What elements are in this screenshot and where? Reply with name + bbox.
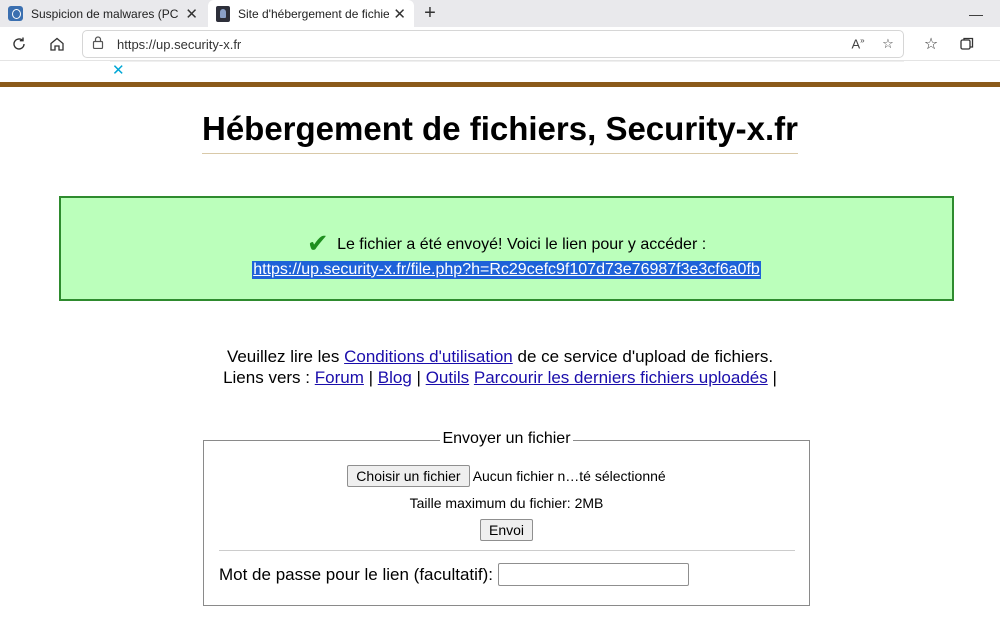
address-bar[interactable]: https://up.security-x.fr A» ☆ (82, 30, 904, 58)
collections-icon[interactable] (954, 32, 980, 56)
shield-favicon-icon (8, 6, 23, 21)
choose-file-button[interactable]: Choisir un fichier (347, 465, 470, 487)
tab-file-hosting[interactable]: Site d'hébergement de fichiers, S ✕ (208, 0, 414, 27)
tab-title: Suspicion de malwares (PC très l (31, 6, 181, 21)
password-label: Mot de passe pour le lien (facultatif): (219, 564, 494, 584)
ad-banner: ✕ (0, 61, 1000, 82)
upload-form: Envoyer un fichier Choisir un fichier Au… (203, 430, 810, 606)
no-file-label: Aucun fichier n…té sélectionné (472, 468, 666, 484)
link-separator: | (368, 368, 374, 387)
file-picker-row: Choisir un fichier Aucun fichier n…té sé… (204, 465, 809, 487)
tools-link[interactable]: Outils (426, 368, 469, 387)
links-line: Liens vers : Forum | Blog | Outils Parco… (0, 367, 1000, 388)
close-icon[interactable]: ✕ (185, 5, 198, 23)
star-plus-icon[interactable]: ☆ (873, 36, 903, 52)
upload-legend: Envoyer un fichier (440, 430, 573, 447)
uploaded-file-link[interactable]: https://up.security-x.fr/file.php?h=Rc29… (252, 261, 761, 279)
blog-link[interactable]: Blog (378, 368, 412, 387)
favorites-icon[interactable]: ☆ (918, 32, 944, 56)
ad-frame (110, 61, 904, 80)
home-icon[interactable] (44, 32, 70, 56)
terms-link[interactable]: Conditions d'utilisation (344, 347, 513, 366)
header-divider (0, 82, 1000, 87)
browser-toolbar: https://up.security-x.fr A» ☆ ☆ (0, 27, 1000, 61)
terms-line: Veuillez lire les Conditions d'utilisati… (0, 346, 1000, 367)
terms-suffix: de ce service d'upload de fichiers. (517, 347, 774, 366)
password-row: Mot de passe pour le lien (facultatif): (219, 563, 690, 586)
page-title: Hébergement de fichiers, Security-x.fr (201, 110, 799, 154)
submit-row: Envoi (204, 519, 809, 541)
link-separator: | (416, 368, 421, 387)
ad-close-icon[interactable]: ✕ (112, 61, 125, 79)
info-section: Veuillez lire les Conditions d'utilisati… (0, 346, 1000, 388)
forum-link[interactable]: Forum (315, 368, 364, 387)
links-prefix: Liens vers : (223, 368, 311, 387)
password-input[interactable] (498, 563, 690, 586)
refresh-icon[interactable] (6, 32, 32, 56)
page-title-wrap: Hébergement de fichiers, Security-x.fr (0, 110, 1000, 154)
close-icon[interactable]: ✕ (393, 5, 406, 23)
upload-legend-wrap: Envoyer un fichier (204, 430, 809, 448)
form-divider (219, 550, 795, 551)
terms-prefix: Veuillez lire les (226, 347, 340, 366)
new-tab-button[interactable]: + (418, 0, 442, 27)
checkmark-icon: ✔ (306, 228, 329, 258)
minimize-icon[interactable]: — (964, 0, 988, 27)
tab-malware-suspicion[interactable]: Suspicion de malwares (PC très l ✕ (0, 0, 206, 27)
lock-icon[interactable] (83, 36, 113, 52)
url-text[interactable]: https://up.security-x.fr (117, 37, 843, 52)
latest-files-link[interactable]: Parcourir les derniers fichiers uploadés (474, 368, 768, 387)
link-separator: | (772, 368, 777, 387)
max-size-label: Taille maximum du fichier: 2MB (409, 495, 604, 511)
submit-button[interactable]: Envoi (479, 519, 534, 541)
tab-bar: Suspicion de malwares (PC très l ✕ Site … (0, 0, 1000, 27)
success-message-box: ✔ Le fichier a été envoyé! Voici le lien… (59, 196, 954, 301)
tab-title: Site d'hébergement de fichiers, S (238, 6, 390, 21)
success-message: Le fichier a été envoyé! Voici le lien p… (337, 236, 707, 253)
site-favicon-icon (216, 5, 230, 22)
read-aloud-icon[interactable]: A» (843, 36, 873, 51)
